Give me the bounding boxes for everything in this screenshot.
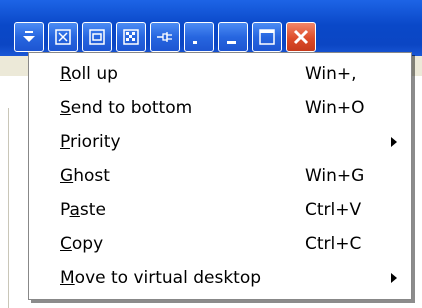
pin-button[interactable] <box>150 22 180 52</box>
transparency-checker-icon <box>122 28 140 46</box>
menu-item-priority[interactable]: Priority <box>29 125 411 159</box>
minimize-button[interactable] <box>218 22 248 52</box>
close-button[interactable] <box>286 22 316 52</box>
submenu-arrow-icon <box>391 137 397 147</box>
screenshot-stage: Roll up Win+, Send to bottom Win+O Prior… <box>0 0 422 308</box>
roll-up-icon <box>190 28 208 46</box>
menu-item-shortcut: Win+, <box>305 64 357 84</box>
menu-item-copy[interactable]: Copy Ctrl+C <box>29 227 411 261</box>
menu-item-shortcut: Ctrl+V <box>305 200 362 220</box>
menu-item-label: Move to virtual desktop <box>60 268 262 288</box>
maximize-icon <box>258 28 276 46</box>
title-bar-buttons <box>14 22 316 52</box>
frame-button[interactable] <box>82 22 112 52</box>
menu-button[interactable] <box>14 22 44 52</box>
menu-item-label: Send to bottom <box>60 98 193 118</box>
maximize-expand-button[interactable] <box>48 22 78 52</box>
roll-up-button[interactable] <box>184 22 214 52</box>
maximize-expand-icon <box>54 28 72 46</box>
pin-icon <box>156 30 174 44</box>
menu-item-shortcut: Ctrl+C <box>305 234 362 254</box>
menu-item-shortcut: Win+G <box>305 166 365 186</box>
menu-item-shortcut: Win+O <box>305 98 365 118</box>
menu-item-label: Priority <box>60 132 121 152</box>
transparency-button[interactable] <box>116 22 146 52</box>
menu-down-arrow-icon <box>22 29 36 45</box>
menu-item-send-to-bottom[interactable]: Send to bottom Win+O <box>29 91 411 125</box>
menu-item-roll-up[interactable]: Roll up Win+, <box>29 57 411 91</box>
window-body-edge <box>0 76 12 308</box>
minimize-icon <box>224 28 242 46</box>
menu-item-ghost[interactable]: Ghost Win+G <box>29 159 411 193</box>
menu-item-move-to-virtual-desktop[interactable]: Move to virtual desktop <box>29 261 411 295</box>
menu-item-paste[interactable]: Paste Ctrl+V <box>29 193 411 227</box>
submenu-arrow-icon <box>391 273 397 283</box>
maximize-button[interactable] <box>252 22 282 52</box>
menu-item-label: Copy <box>60 234 104 254</box>
title-bar <box>0 0 422 56</box>
window-context-menu: Roll up Win+, Send to bottom Win+O Prior… <box>28 52 412 300</box>
menu-item-label: Paste <box>60 200 106 220</box>
close-icon <box>292 28 310 46</box>
frame-icon <box>88 28 106 46</box>
menu-item-label: Ghost <box>60 166 110 186</box>
menu-item-label: Roll up <box>60 64 118 84</box>
